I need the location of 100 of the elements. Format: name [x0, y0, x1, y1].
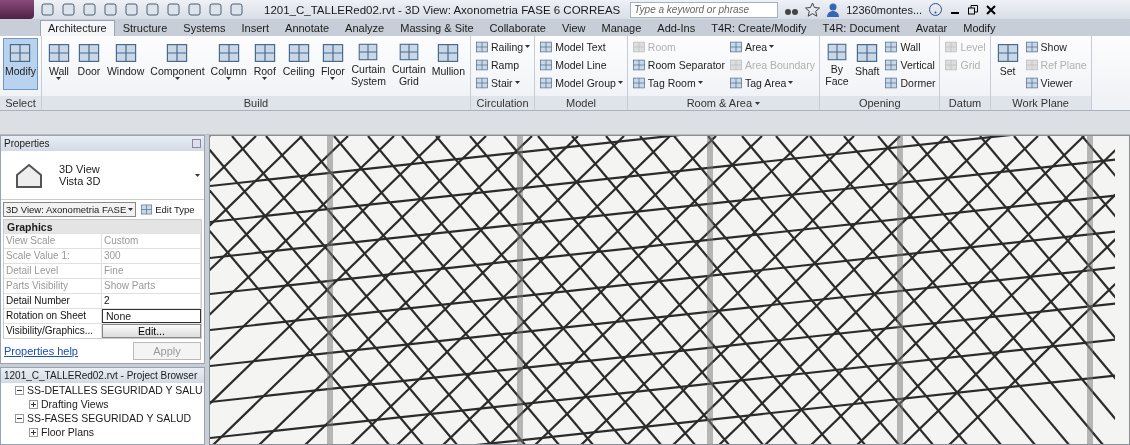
- tool-icon: [1024, 39, 1039, 54]
- user-icon[interactable]: [826, 2, 841, 17]
- ribbon-button[interactable]: Column: [208, 38, 249, 90]
- ribbon-tab[interactable]: Modify: [955, 20, 1004, 36]
- panel-title: Work Plane: [990, 96, 1091, 110]
- tree-item[interactable]: SS-FASES SEGURIDAD Y SALUD: [27, 412, 192, 424]
- tree-item[interactable]: Drafting Views: [41, 398, 109, 410]
- property-name: Parts Visibility: [4, 279, 102, 293]
- ribbon-button[interactable]: Floor: [318, 38, 347, 90]
- properties-help-link[interactable]: Properties help: [4, 345, 78, 357]
- property-field[interactable]: None: [102, 309, 201, 323]
- tool-icon: [1024, 75, 1039, 90]
- ribbon-tab[interactable]: View: [553, 20, 594, 36]
- expand-icon[interactable]: [29, 427, 38, 437]
- edit-type-button[interactable]: Edit Type: [140, 203, 195, 216]
- tool-icon: [140, 203, 154, 216]
- ribbon-tab[interactable]: T4R: Create/Modify: [703, 20, 815, 36]
- ribbon-button[interactable]: Model Text: [538, 38, 624, 55]
- search-field[interactable]: Type a keyword or phrase: [630, 1, 779, 18]
- ribbon-tab[interactable]: Annotate: [277, 20, 338, 36]
- ribbon-tab[interactable]: Structure: [114, 20, 176, 36]
- ribbon-button[interactable]: Ramp: [474, 56, 532, 73]
- property-value: Show Parts: [102, 279, 201, 293]
- ribbon-button[interactable]: Room Separator: [630, 56, 726, 73]
- property-name: View Scale: [4, 234, 102, 248]
- user-name[interactable]: 12360montes...: [846, 3, 923, 16]
- ribbon-button[interactable]: Modify: [3, 38, 38, 90]
- ribbon-button[interactable]: Stair: [474, 74, 532, 91]
- ribbon-button[interactable]: Wall: [44, 38, 73, 90]
- property-name: Rotation on Sheet: [4, 309, 102, 323]
- ribbon-button[interactable]: Shaft: [852, 38, 882, 90]
- tool-icon: [728, 39, 743, 54]
- tree-item[interactable]: Floor Plans: [41, 426, 95, 438]
- property-name: Detail Number: [4, 294, 102, 308]
- ribbon-button[interactable]: Mullion: [429, 38, 468, 90]
- ribbon-button[interactable]: Set: [993, 38, 1022, 90]
- ribbon-tab[interactable]: Collaborate: [481, 20, 554, 36]
- ribbon-button[interactable]: By Face: [822, 38, 851, 90]
- star-icon[interactable]: [805, 2, 821, 17]
- property-value: Custom: [102, 234, 201, 248]
- ribbon-button[interactable]: Curtain System: [348, 38, 388, 90]
- tool-icon: [165, 41, 190, 65]
- view-selector[interactable]: 3D View: Axonometria FASE: [3, 202, 137, 217]
- tree-item[interactable]: SS-DETALLES SEGURIDAD Y SALU: [27, 384, 203, 396]
- ribbon-button[interactable]: Viewer: [1023, 74, 1088, 91]
- ribbon-button[interactable]: Curtain Grid: [389, 38, 428, 90]
- ribbon-tab[interactable]: Manage: [593, 20, 650, 36]
- application-menu-button[interactable]: [0, 0, 34, 19]
- tool-icon: [539, 75, 554, 90]
- ribbon-button[interactable]: Railing: [474, 38, 532, 55]
- tool-icon: [436, 41, 461, 65]
- ribbon-button[interactable]: Tag Area: [727, 74, 816, 91]
- tool-icon: [539, 57, 554, 72]
- property-value: Fine: [102, 264, 201, 278]
- ribbon-button[interactable]: Area: [727, 38, 816, 55]
- collapse-icon[interactable]: [15, 413, 24, 423]
- tool-icon: [631, 39, 646, 54]
- ribbon-button[interactable]: Component: [148, 38, 207, 90]
- ribbon-button[interactable]: Tag Room: [630, 74, 726, 91]
- ribbon-tab[interactable]: Massing & Site: [392, 20, 482, 36]
- ribbon-tab[interactable]: Avatar: [907, 20, 956, 36]
- ribbon-tab[interactable]: Architecture: [40, 20, 115, 36]
- restore-icon[interactable]: [967, 3, 980, 16]
- panel-title: Model: [535, 96, 627, 110]
- collapse-icon[interactable]: [15, 385, 24, 395]
- tool-icon: [1024, 57, 1039, 72]
- edit-button[interactable]: Edit...: [102, 324, 201, 338]
- ribbon-button[interactable]: Dormer: [883, 74, 937, 91]
- ribbon-button[interactable]: Vertical: [883, 56, 937, 73]
- ribbon-button[interactable]: Wall: [883, 38, 937, 55]
- tool-icon: [995, 41, 1020, 65]
- panel-title: 1201_C_TALLERed02.rvt - Project Browser: [4, 370, 198, 381]
- tool-icon: [631, 75, 646, 90]
- ribbon-tab[interactable]: Analyze: [337, 20, 393, 36]
- ribbon-button[interactable]: Model Line: [538, 56, 624, 73]
- ribbon-button[interactable]: Model Group: [538, 74, 624, 91]
- ribbon-button[interactable]: Window: [104, 38, 147, 90]
- property-name: Detail Level: [4, 264, 102, 278]
- tool-icon: [286, 41, 311, 65]
- panel-title[interactable]: Room & Area: [627, 96, 819, 110]
- property-name: Scale Value 1:: [4, 249, 102, 263]
- tool-icon: [728, 75, 743, 90]
- ribbon-button[interactable]: Ceiling: [280, 38, 317, 90]
- ribbon-tab[interactable]: T4R: Document: [814, 20, 908, 36]
- tool-icon: [884, 57, 899, 72]
- help-icon[interactable]: [928, 2, 944, 17]
- ribbon-tab[interactable]: Systems: [175, 20, 234, 36]
- close-icon[interactable]: [985, 3, 998, 16]
- tool-icon: [855, 41, 880, 65]
- panel-title: Opening: [819, 96, 940, 110]
- panel-title: Select: [0, 96, 41, 110]
- tool-icon: [631, 57, 646, 72]
- ribbon-button[interactable]: Roof: [250, 38, 279, 90]
- ribbon-button[interactable]: Door: [74, 38, 103, 90]
- tool-icon: [113, 41, 138, 65]
- expand-icon[interactable]: [29, 399, 38, 409]
- ribbon-tab[interactable]: Insert: [233, 20, 278, 36]
- ribbon-button[interactable]: Show: [1023, 38, 1088, 55]
- ribbon-tab[interactable]: Add-Ins: [649, 20, 704, 36]
- tool-icon: [8, 41, 33, 65]
